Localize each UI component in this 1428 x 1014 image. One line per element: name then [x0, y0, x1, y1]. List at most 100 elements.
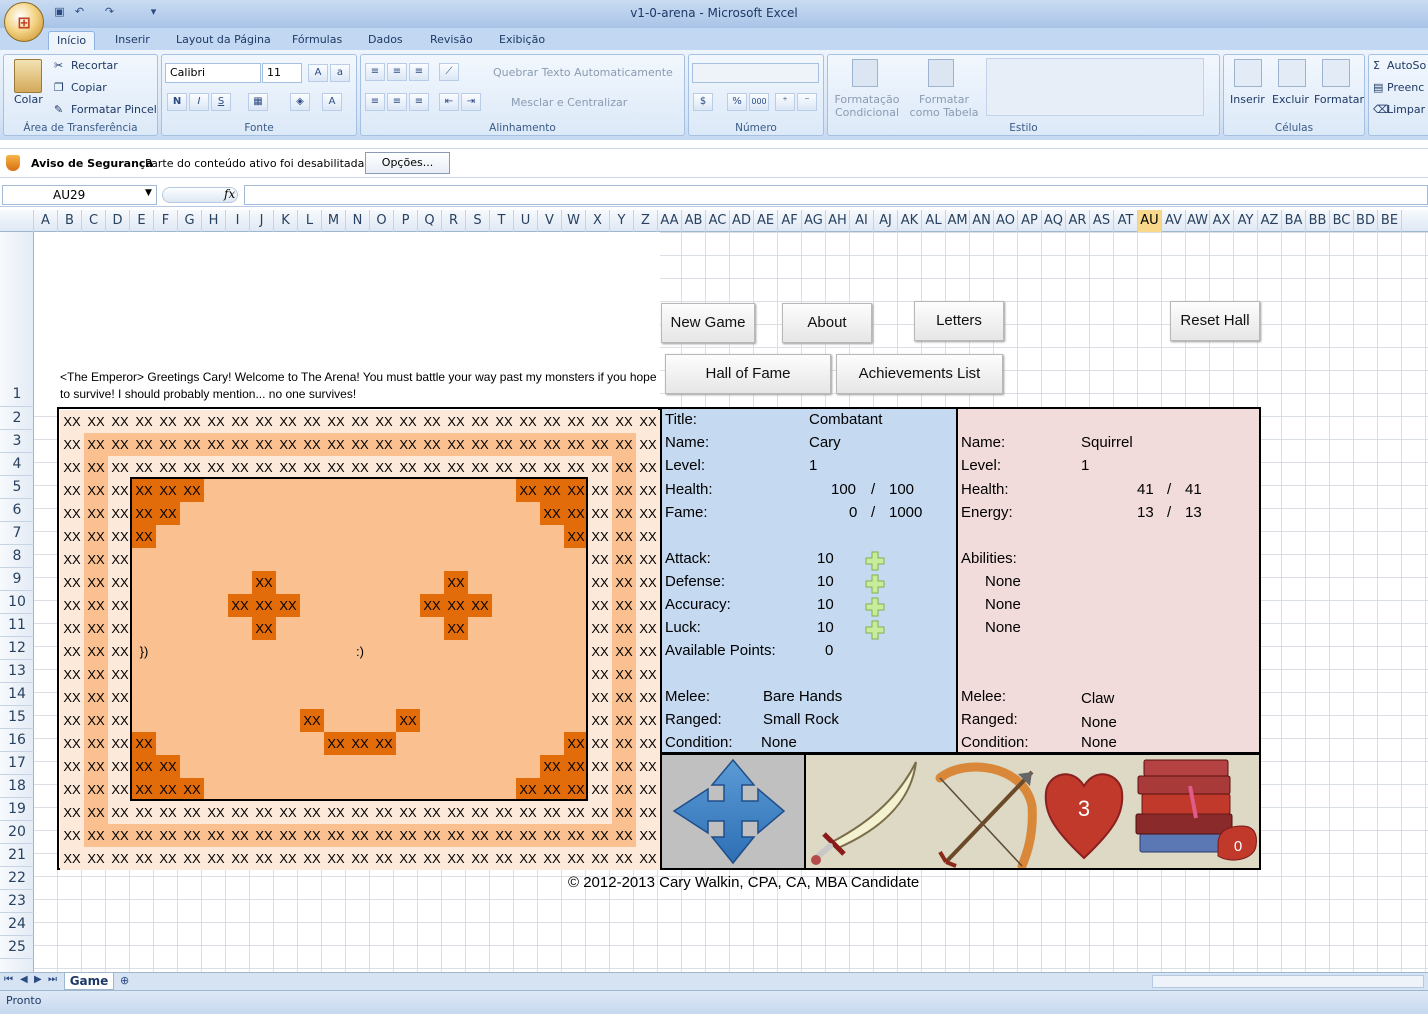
tab-layout[interactable]: Layout da Página — [168, 31, 279, 50]
row-header[interactable]: 9 — [0, 568, 34, 591]
column-header[interactable]: AO — [994, 210, 1018, 232]
name-box[interactable]: AU29 — [2, 185, 157, 205]
column-header[interactable]: Q — [418, 210, 442, 232]
number-format-box[interactable] — [692, 63, 819, 83]
column-header[interactable]: AS — [1090, 210, 1114, 232]
autosum-button[interactable]: AutoSo — [1387, 59, 1426, 72]
bow-arrow-icon[interactable] — [934, 756, 1044, 868]
row-header[interactable]: 7 — [0, 522, 34, 545]
conditional-format-button[interactable]: Formatação Condicional — [832, 93, 902, 119]
row-header[interactable]: 3 — [0, 430, 34, 453]
column-header[interactable]: AL — [922, 210, 946, 232]
column-header[interactable]: AM — [946, 210, 970, 232]
column-header[interactable]: AD — [730, 210, 754, 232]
sheet-last-icon[interactable]: ⏭ — [48, 974, 57, 985]
clear-button[interactable]: Limpar — [1387, 103, 1425, 116]
column-header[interactable]: AP — [1018, 210, 1042, 232]
row-header[interactable]: 20 — [0, 821, 34, 844]
save-icon[interactable]: ▣ — [52, 5, 67, 20]
row-header[interactable]: 23 — [0, 890, 34, 913]
column-header[interactable]: AT — [1114, 210, 1138, 232]
font-size-box[interactable]: 11 — [262, 63, 302, 83]
align-middle-icon[interactable]: ≡ — [387, 63, 407, 81]
column-header[interactable]: AJ — [874, 210, 898, 232]
column-header[interactable]: F — [154, 210, 178, 232]
column-header[interactable]: V — [538, 210, 562, 232]
column-header[interactable]: G — [178, 210, 202, 232]
column-header[interactable]: AF — [778, 210, 802, 232]
row-header[interactable]: 5 — [0, 476, 34, 499]
office-button[interactable]: ⊞ — [4, 2, 44, 42]
select-all-corner[interactable] — [0, 210, 34, 232]
move-arrows-icon[interactable] — [662, 755, 804, 868]
column-header[interactable]: AR — [1066, 210, 1090, 232]
column-header[interactable]: BC — [1330, 210, 1354, 232]
cut-button[interactable]: Recortar — [71, 59, 118, 72]
hall-of-fame-button[interactable]: Hall of Fame — [665, 354, 831, 394]
qat-menu-icon[interactable]: ▾ — [146, 5, 161, 20]
move-control-cell[interactable] — [660, 753, 806, 870]
fill-button[interactable]: Preenc — [1387, 81, 1424, 94]
column-header[interactable]: P — [394, 210, 418, 232]
sheet-next-icon[interactable]: ▶ — [34, 974, 42, 985]
wrap-text-button[interactable]: Quebrar Texto Automaticamente — [493, 66, 673, 79]
delete-button[interactable]: Excluir — [1272, 93, 1309, 106]
column-header[interactable]: AH — [826, 210, 850, 232]
column-header[interactable]: BE — [1378, 210, 1402, 232]
column-header[interactable]: AC — [706, 210, 730, 232]
tab-inserir[interactable]: Inserir — [107, 31, 158, 50]
row-header[interactable]: 6 — [0, 499, 34, 522]
align-center-icon[interactable]: ≡ — [387, 93, 407, 111]
new-game-button[interactable]: New Game — [661, 303, 755, 343]
align-bottom-icon[interactable]: ≡ — [409, 63, 429, 81]
letters-button[interactable]: Letters — [914, 301, 1004, 341]
row-header[interactable]: 8 — [0, 545, 34, 568]
defense-plus-icon[interactable] — [865, 574, 885, 594]
row-header[interactable]: 21 — [0, 844, 34, 867]
column-header[interactable]: D — [106, 210, 130, 232]
column-header[interactable]: K — [274, 210, 298, 232]
cell-styles-gallery[interactable] — [986, 58, 1204, 116]
borders-icon[interactable]: ▦ — [248, 93, 268, 111]
achievements-button[interactable]: Achievements List — [836, 354, 1003, 394]
tab-formulas[interactable]: Fórmulas — [284, 31, 350, 50]
format-painter-button[interactable]: Formatar Pincel — [71, 103, 157, 116]
row-header[interactable]: 11 — [0, 614, 34, 637]
column-header[interactable]: AB — [682, 210, 706, 232]
redo-icon[interactable]: ↷ — [102, 5, 117, 20]
column-header[interactable]: Y — [610, 210, 634, 232]
row-header[interactable]: 10 — [0, 591, 34, 614]
format-button[interactable]: Formatar — [1314, 93, 1364, 106]
tab-dados[interactable]: Dados — [360, 31, 411, 50]
accuracy-plus-icon[interactable] — [865, 597, 885, 617]
column-header[interactable]: AE — [754, 210, 778, 232]
insert-function-button[interactable]: fx — [224, 187, 235, 201]
row-header[interactable]: 25 — [0, 936, 34, 959]
column-header[interactable]: X — [586, 210, 610, 232]
column-header[interactable]: T — [490, 210, 514, 232]
row-header[interactable]: 1 — [0, 232, 34, 407]
column-header[interactable]: B — [58, 210, 82, 232]
decrease-indent-icon[interactable]: ⇤ — [439, 93, 459, 111]
column-header[interactable]: R — [442, 210, 466, 232]
align-left-icon[interactable]: ≡ — [365, 93, 385, 111]
row-header[interactable]: 12 — [0, 637, 34, 660]
column-header[interactable]: S — [466, 210, 490, 232]
row-header[interactable]: 14 — [0, 683, 34, 706]
column-header[interactable]: J — [250, 210, 274, 232]
bold-button[interactable]: N — [167, 93, 187, 111]
tab-exibicao[interactable]: Exibição — [491, 31, 553, 50]
column-header[interactable]: AX — [1210, 210, 1234, 232]
merge-center-button[interactable]: Mesclar e Centralizar — [511, 96, 627, 109]
row-header[interactable]: 15 — [0, 706, 34, 729]
column-header[interactable]: BD — [1354, 210, 1378, 232]
decrease-decimal-icon[interactable]: ⁻ — [797, 93, 817, 111]
align-top-icon[interactable]: ≡ — [365, 63, 385, 81]
column-header[interactable]: AN — [970, 210, 994, 232]
increase-indent-icon[interactable]: ⇥ — [461, 93, 481, 111]
column-header[interactable]: L — [298, 210, 322, 232]
column-header[interactable]: H — [202, 210, 226, 232]
sword-icon[interactable] — [808, 756, 934, 868]
column-header[interactable]: A — [34, 210, 58, 232]
row-header[interactable]: 19 — [0, 798, 34, 821]
